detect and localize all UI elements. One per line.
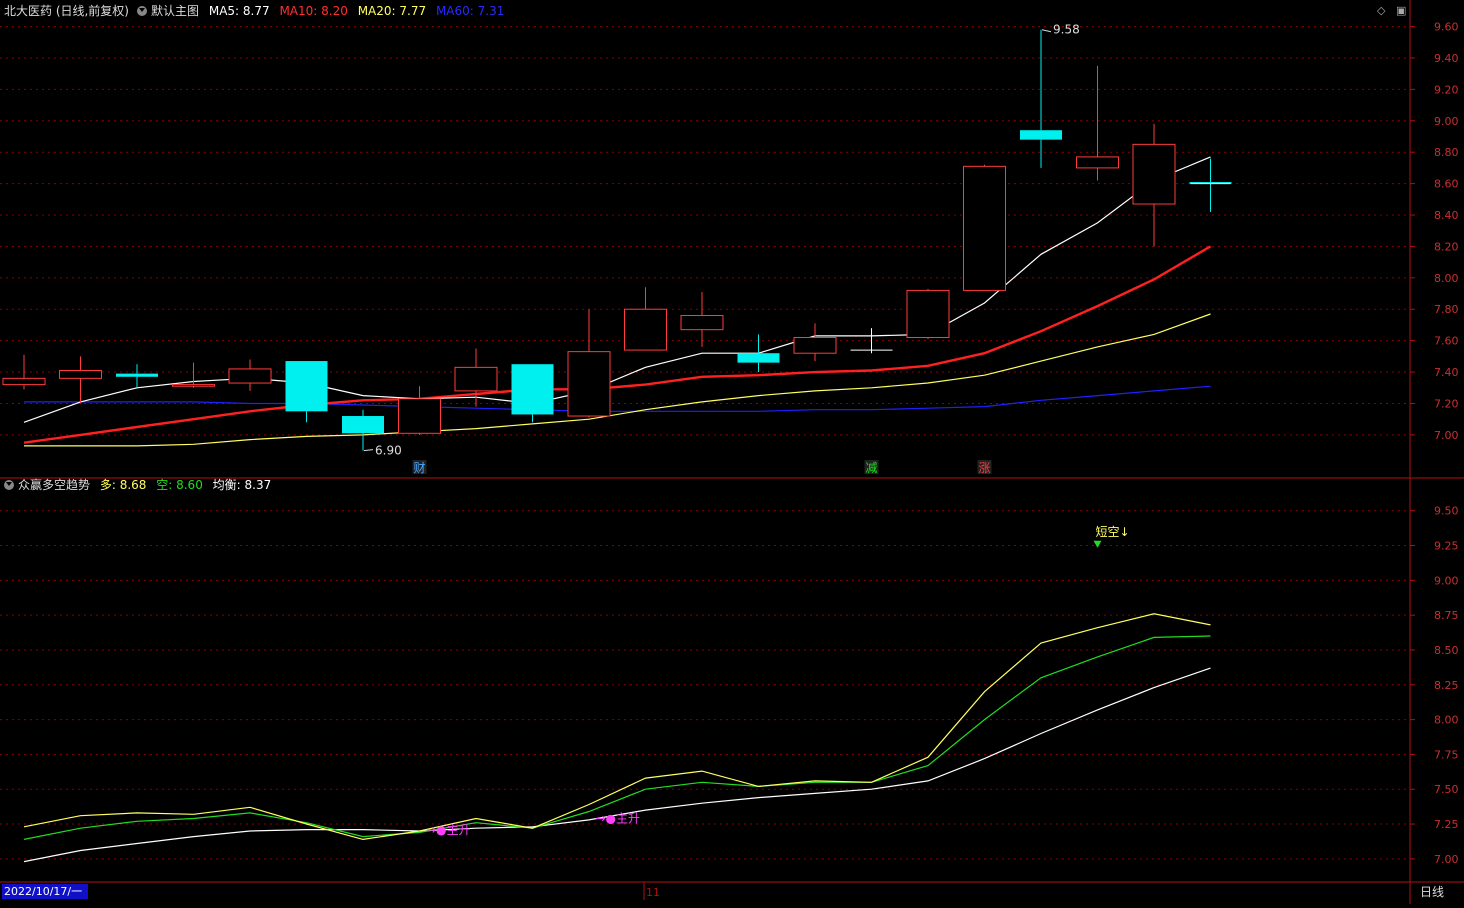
candle-body-up: [172, 384, 215, 387]
main-tick-label: 9.00: [1434, 115, 1459, 128]
sub-tick-label: 7.50: [1434, 783, 1459, 796]
chart-stage[interactable]: 11 7.00 7.20 7.40 7.60 7.80 8.00 8.20 8.40 8.60 8.…: [0, 0, 1464, 904]
signal-label: 短空↓: [1096, 525, 1130, 539]
sub-tick-label: 8.50: [1434, 644, 1459, 657]
sub-tick-label: 7.75: [1434, 748, 1459, 761]
main-tick-label: 9.40: [1434, 52, 1459, 65]
series-line-多: [23, 613, 1211, 841]
ma5-value: MA5: 8.77: [208, 4, 270, 18]
sub-tick-label: 7.00: [1434, 853, 1459, 866]
candle-body-down: [511, 364, 554, 415]
candle-body-up: [454, 366, 498, 392]
candle-body-up: [567, 351, 611, 417]
event-marker: 涨: [979, 460, 991, 475]
candle-body-up: [398, 398, 441, 434]
price-annotation: 6.90: [375, 444, 402, 458]
signal-label: →●主升: [596, 812, 641, 826]
sub-tick-label: 8.00: [1434, 714, 1459, 727]
candle-body-up: [59, 369, 102, 379]
signal-arrow: [1093, 540, 1102, 548]
dropdown-icon[interactable]: [4, 480, 14, 490]
annotation-arrow: [1041, 29, 1052, 33]
stock-title[interactable]: 北大医药 (日线,前复权): [4, 4, 129, 18]
ma60-value: MA60: 7.31: [435, 4, 505, 18]
candle-body-up: [228, 368, 272, 384]
main-tick-label: 7.80: [1434, 303, 1459, 316]
sub-tick-label: 9.50: [1434, 505, 1459, 518]
kline-chart[interactable]: 11 7.00 7.20 7.40 7.60 7.80 8.00 8.20 8.40 8.60 8.…: [0, 0, 1464, 904]
duo-value: 多: 8.68: [99, 478, 147, 492]
main-tick-label: 9.60: [1434, 21, 1459, 34]
kong-value: 空: 8.60: [156, 478, 203, 492]
candle-body-up: [963, 165, 1006, 291]
sub-tick-label: 9.00: [1434, 574, 1459, 587]
main-tick-label: 9.20: [1434, 83, 1459, 96]
main-tick-label: 7.40: [1434, 366, 1459, 379]
ma5-line: [23, 156, 1211, 423]
candle-body-down: [285, 361, 328, 412]
candle-body-down: [1020, 130, 1062, 140]
maximize-icon[interactable]: ▣: [1396, 4, 1406, 17]
annotation-arrow: [363, 449, 374, 452]
dropdown-icon[interactable]: [137, 6, 147, 16]
candle-body-up: [624, 308, 667, 351]
main-tick-label: 8.80: [1434, 146, 1459, 159]
ma60-line: [24, 385, 1211, 412]
ma10-line: [23, 245, 1212, 444]
candle-body-down: [737, 353, 780, 363]
event-marker: 减: [866, 461, 878, 475]
main-tick-label: 8.60: [1434, 178, 1459, 191]
indicator-name[interactable]: 众赢多空趋势: [18, 478, 90, 492]
main-chart-name[interactable]: 默认主图: [151, 4, 199, 18]
main-tick-label: 8.20: [1434, 240, 1459, 253]
candle-body-up: [2, 377, 46, 386]
ma10-value: MA10: 8.20: [279, 4, 348, 18]
candle-body-up: [793, 337, 837, 354]
main-tick-label: 7.60: [1434, 335, 1459, 348]
main-tick-label: 7.00: [1434, 429, 1459, 442]
sub-tick-label: 9.25: [1434, 540, 1459, 553]
main-tick-label: 7.20: [1434, 397, 1459, 410]
event-marker: 财: [414, 461, 426, 475]
price-annotation: 9.58: [1053, 23, 1080, 37]
cursor-date: 2022/10/17/一: [2, 884, 88, 899]
sub-tick-label: 8.75: [1434, 609, 1459, 622]
main-tick-label: 8.00: [1434, 272, 1459, 285]
diamond-icon[interactable]: ◇: [1377, 4, 1385, 17]
junheng-value: 均衡: 8.37: [212, 478, 272, 492]
signal-label: →●主升: [426, 823, 471, 837]
sub-tick-label: 7.25: [1434, 818, 1459, 831]
month-label: 11: [646, 886, 660, 899]
main-tick-label: 8.40: [1434, 209, 1459, 222]
candle-body-up: [680, 315, 724, 331]
sub-header: 众赢多空趋势 多: 8.68 空: 8.60 均衡: 8.37: [4, 476, 277, 494]
main-header: 北大医药 (日线,前复权) 默认主图 MA5: 8.77 MA10: 8.20 M…: [4, 2, 510, 20]
period-button[interactable]: 日线: [1420, 884, 1444, 900]
candle-body-up: [1076, 156, 1119, 169]
candle-body-down: [116, 373, 158, 377]
candle-body-up: [1132, 143, 1176, 205]
sub-tick-label: 8.25: [1434, 679, 1459, 692]
ma20-value: MA20: 7.77: [357, 4, 427, 18]
candle-body-down: [342, 416, 384, 434]
series-line-均衡: [23, 667, 1211, 863]
candle-body-up: [906, 289, 950, 339]
